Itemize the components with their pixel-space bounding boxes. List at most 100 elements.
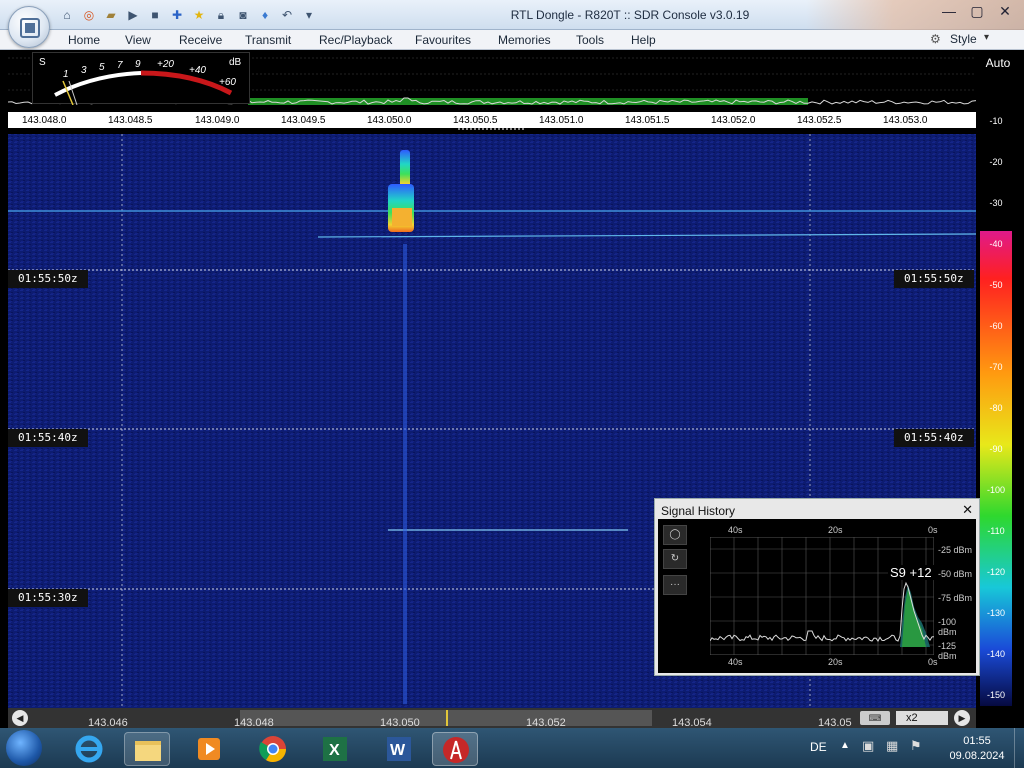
menu-view[interactable]: View (125, 33, 151, 47)
play-icon[interactable]: ▶ (124, 6, 142, 24)
folder-icon[interactable]: ▰ (102, 6, 120, 24)
menu-home[interactable]: Home (68, 33, 100, 47)
zoom-button[interactable]: x2 (896, 711, 948, 725)
keyboard-icon[interactable]: ⌨ (860, 711, 890, 725)
sdr-console-task-icon[interactable] (432, 732, 478, 766)
ruler-tick: 143.049.5 (281, 115, 326, 126)
drop-icon[interactable]: ♦ (256, 6, 274, 24)
tray-device-icon[interactable]: ▣ (862, 738, 874, 754)
time-label-left: 01:55:40z (8, 429, 88, 447)
s-meter: S dB 1 3 5 7 9 +20 +40 +60 (32, 52, 250, 105)
band-center-marker (446, 710, 448, 726)
window-controls: — ▢ ✕ (938, 2, 1016, 20)
record-icon[interactable]: ◯ (663, 525, 687, 545)
home-icon[interactable]: ⌂ (58, 6, 76, 24)
history-time-top: 20s (828, 525, 843, 535)
db-label: -100 (986, 485, 1005, 495)
signal-reading: S9 +12 (888, 565, 934, 580)
style-dropdown-icon[interactable]: ▾ (984, 32, 989, 43)
favourite-star-icon[interactable]: ★ (190, 6, 208, 24)
frequency-scroll-band[interactable]: ◀ 143.046 143.048 143.050 143.052 143.05… (8, 708, 976, 729)
quick-access-toolbar: ⌂ ◎ ▰ ▶ ■ ✚ ★ 🔒︎ ◙ ♦ ↶ ▾ (58, 6, 318, 24)
spectrum-display[interactable]: S dB 1 3 5 7 9 +20 +40 +60 (7, 50, 977, 112)
clock[interactable]: 01:55 09.08.2024 (942, 734, 1012, 764)
minimize-button[interactable]: — (938, 2, 960, 20)
start-button[interactable] (6, 730, 42, 766)
add-icon[interactable]: ✚ (168, 6, 186, 24)
excel-icon[interactable]: X (312, 732, 358, 766)
db-label: -30 (989, 198, 1003, 208)
camera-icon[interactable]: ◙ (234, 6, 252, 24)
signal-history-title: Signal History (661, 504, 736, 518)
history-level-label: -100 dBm (938, 617, 957, 637)
close-button[interactable]: ✕ (994, 2, 1016, 20)
db-label: -40 (989, 239, 1003, 249)
application-button[interactable] (8, 6, 50, 48)
lifebuoy-icon[interactable]: ◎ (80, 6, 98, 24)
ruler-tick: 143.051.5 (625, 115, 670, 126)
history-time-bottom: 0s (928, 657, 938, 667)
time-label-left: 01:55:30z (8, 589, 88, 607)
db-scale[interactable]: -10 -20 -30 -40 -50 -60 -70 -80 -90 -100… (976, 76, 1024, 708)
customize-arrow-icon[interactable]: ▾ (300, 6, 318, 24)
db-label: -60 (989, 321, 1003, 331)
color-scale-bar (980, 231, 1012, 706)
tray-network-icon[interactable]: ▦ (886, 738, 898, 754)
file-explorer-icon[interactable] (124, 732, 170, 766)
menu-bar: Home View Receive Transmit Rec/Playback … (0, 30, 1024, 50)
history-level-label: -75 dBm (938, 593, 973, 603)
show-hidden-icons-icon[interactable]: ▲ (840, 740, 850, 751)
time-label-right: 01:55:40z (894, 429, 974, 447)
svg-text:X: X (329, 742, 340, 759)
ruler-tick: 143.051.0 (539, 115, 584, 126)
sdr-console-window: ⌂ ◎ ▰ ▶ ■ ✚ ★ 🔒︎ ◙ ♦ ↶ ▾ RTL Dongle - R8… (0, 0, 1024, 768)
lock-icon[interactable]: 🔒︎ (212, 6, 230, 24)
close-icon[interactable]: ✕ (962, 502, 973, 518)
window-title: RTL Dongle - R820T :: SDR Console v3.0.1… (510, 8, 750, 22)
db-label: -10 (989, 116, 1003, 126)
history-level-label: -50 dBm (938, 569, 973, 579)
media-player-icon[interactable] (186, 732, 232, 766)
internet-explorer-icon[interactable] (66, 732, 112, 766)
menu-transmit[interactable]: Transmit (245, 33, 291, 47)
clock-time: 01:55 (963, 735, 991, 747)
stop-icon[interactable]: ■ (146, 6, 164, 24)
menu-receive[interactable]: Receive (179, 33, 222, 47)
history-time-top: 0s (928, 525, 938, 535)
ruler-tick: 143.053.0 (883, 115, 928, 126)
menu-memories[interactable]: Memories (498, 33, 551, 47)
frequency-ruler[interactable]: 143.048.0 143.048.5 143.049.0 143.049.5 … (8, 112, 976, 128)
db-label: -90 (989, 444, 1003, 454)
db-label: -120 (986, 567, 1005, 577)
signal-history-graph (710, 537, 934, 655)
tray-flag-icon[interactable]: ⚑ (910, 738, 922, 754)
style-menu[interactable]: Style (950, 32, 977, 46)
word-icon[interactable]: W (376, 732, 422, 766)
db-label: -140 (986, 649, 1005, 659)
scroll-left-button[interactable]: ◀ (12, 710, 28, 726)
db-label: -80 (989, 403, 1003, 413)
style-gear-icon[interactable]: ⚙ (930, 32, 941, 46)
signal-history-panel[interactable]: Signal History ✕ ◯ ↻ ··· 40s 20s 0s -25 … (654, 498, 980, 676)
history-level-label: -125 dBm (938, 641, 957, 661)
db-label: -20 (989, 157, 1003, 167)
show-desktop-button[interactable] (1014, 728, 1024, 768)
more-options-button[interactable]: ··· (663, 575, 687, 595)
signal-history-body: ◯ ↻ ··· 40s 20s 0s -25 dBm -50 dBm -75 d… (658, 519, 976, 673)
reset-icon[interactable]: ↻ (663, 549, 687, 569)
ruler-tick: 143.048.0 (22, 115, 67, 126)
menu-help[interactable]: Help (631, 33, 656, 47)
menu-favourites[interactable]: Favourites (415, 33, 471, 47)
menu-tools[interactable]: Tools (576, 33, 604, 47)
language-indicator[interactable]: DE (810, 740, 827, 754)
db-label: -50 (989, 280, 1003, 290)
db-label: -130 (986, 608, 1005, 618)
auto-button[interactable]: Auto (980, 50, 1016, 76)
undo-icon[interactable]: ↶ (278, 6, 296, 24)
svg-text:W: W (390, 742, 406, 759)
scroll-right-button[interactable]: ▶ (954, 710, 970, 726)
menu-recplayback[interactable]: Rec/Playback (319, 33, 392, 47)
chrome-icon[interactable] (250, 732, 296, 766)
history-level-label: -25 dBm (938, 545, 973, 555)
maximize-button[interactable]: ▢ (966, 2, 988, 20)
